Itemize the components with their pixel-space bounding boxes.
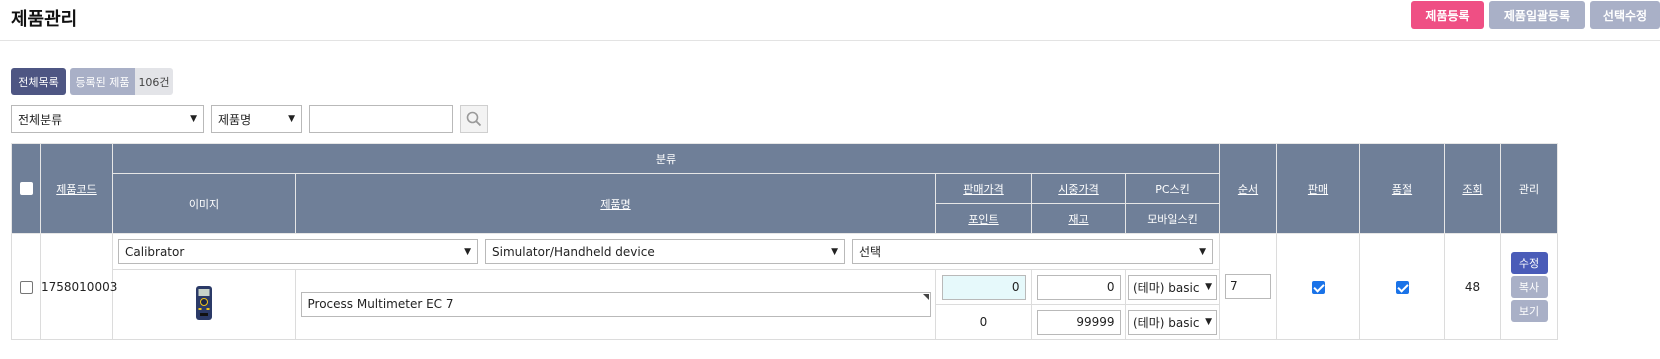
search-icon [466, 111, 482, 127]
chevron-down-icon: ▼ [831, 246, 838, 257]
page-title: 제품관리 [11, 9, 78, 30]
col-sale-price[interactable]: 판매가격 [935, 173, 1032, 204]
stock-input[interactable]: 99999 [1036, 309, 1121, 335]
category-filter-value: 전체분류 [18, 112, 63, 127]
col-manage: 관리 [1500, 143, 1558, 234]
stock-cell: 99999 [1031, 304, 1126, 340]
sale-price-input[interactable]: 0 [941, 274, 1026, 300]
soldout-checkbox[interactable] [1395, 280, 1409, 294]
col-code[interactable]: 제품코드 [40, 143, 113, 234]
edit-button[interactable]: 수정 [1510, 251, 1548, 274]
chevron-down-icon: ▼ [464, 246, 471, 257]
sale-checkbox[interactable] [1311, 280, 1325, 294]
col-name[interactable]: 제품명 [295, 173, 936, 234]
col-sale[interactable]: 판매 [1276, 143, 1360, 234]
search-field-value: 제품명 [218, 112, 252, 127]
chevron-down-icon: ▼ [1205, 282, 1212, 292]
col-soldout[interactable]: 품절 [1359, 143, 1445, 234]
chevron-down-icon: ▼ [1205, 317, 1212, 327]
category3-value: 선택 [859, 245, 882, 259]
image-cell [112, 269, 296, 340]
col-point[interactable]: 포인트 [935, 203, 1032, 234]
pc-skin-select[interactable]: (테마) basic ▼ [1128, 274, 1217, 300]
col-pc-skin: PC스킨 [1125, 173, 1220, 204]
name-cell: Process Multimeter EC 7 [295, 269, 936, 340]
col-mobile-skin: 모바일스킨 [1125, 203, 1220, 234]
product-table: 제품코드 분류 순서 판매 품절 조회 관리 이미지 제품명 판매가격 시중가격… [11, 143, 1558, 340]
sale-price-cell: 0 [935, 269, 1032, 305]
views-count: 48 [1444, 233, 1501, 340]
row-checkbox[interactable] [19, 280, 33, 294]
point-value: 0 [935, 304, 1032, 340]
category2-select[interactable]: Simulator/Handheld device ▼ [485, 239, 845, 264]
row-select-cell [11, 233, 41, 340]
market-price-input[interactable]: 0 [1036, 274, 1121, 300]
category1-select[interactable]: Calibrator ▼ [118, 239, 478, 264]
order-cell: 7 [1219, 233, 1277, 340]
manage-cell: 수정 복사 보기 [1500, 233, 1558, 340]
copy-button[interactable]: 복사 [1510, 275, 1548, 298]
sale-cell [1276, 233, 1360, 340]
product-count-badge: 106건 [135, 68, 173, 95]
market-price-cell: 0 [1031, 269, 1126, 305]
col-stock[interactable]: 재고 [1031, 203, 1126, 234]
soldout-cell [1359, 233, 1445, 340]
multimeter-image [196, 286, 212, 320]
category3-select[interactable]: 선택 ▼ [852, 239, 1213, 264]
col-market-price[interactable]: 시중가격 [1031, 173, 1126, 204]
category-filter-select[interactable]: 전체분류 ▼ [11, 105, 204, 133]
category-cell: Calibrator ▼ Simulator/Handheld device ▼… [112, 233, 1220, 270]
table-row: 1758010003 Calibrator ▼ Simulator/Handhe… [11, 233, 1558, 340]
tab-all-list[interactable]: 전체목록 [11, 68, 66, 95]
page-header: 제품관리 제품등록 제품일괄등록 선택수정 [0, 0, 1660, 41]
mobile-skin-cell: (테마) basic ▼ [1125, 304, 1220, 340]
col-image: 이미지 [112, 173, 296, 234]
register-product-button[interactable]: 제품등록 [1411, 1, 1484, 29]
mobile-skin-value: (테마) basic [1133, 315, 1200, 330]
product-name-input[interactable]: Process Multimeter EC 7 [300, 292, 931, 317]
bulk-register-button[interactable]: 제품일괄등록 [1489, 1, 1585, 29]
search-input[interactable] [309, 105, 453, 133]
pc-skin-value: (테마) basic [1133, 280, 1200, 295]
bulk-edit-button[interactable]: 선택수정 [1590, 1, 1660, 29]
search-bar: 전체분류 ▼ 제품명 ▼ [11, 105, 488, 133]
order-input[interactable]: 7 [1225, 274, 1271, 299]
pc-skin-cell: (테마) basic ▼ [1125, 269, 1220, 305]
select-all-checkbox[interactable] [19, 182, 33, 196]
resize-corner-icon [922, 294, 929, 300]
col-order[interactable]: 순서 [1219, 143, 1277, 234]
chevron-down-icon: ▼ [190, 114, 197, 124]
category2-value: Simulator/Handheld device [492, 244, 655, 259]
search-field-select[interactable]: 제품명 ▼ [211, 105, 302, 133]
tab-registered[interactable]: 등록된 제품 [70, 68, 135, 95]
chevron-down-icon: ▼ [1199, 246, 1206, 257]
list-tabs: 전체목록 등록된 제품 106건 [11, 68, 173, 95]
product-name-value: Process Multimeter EC 7 [307, 297, 454, 311]
select-all-cell [11, 143, 41, 234]
chevron-down-icon: ▼ [288, 114, 295, 124]
category1-value: Calibrator [125, 244, 185, 259]
col-category: 분류 [112, 143, 1220, 174]
col-views[interactable]: 조회 [1444, 143, 1501, 234]
view-button[interactable]: 보기 [1510, 299, 1548, 322]
mobile-skin-select[interactable]: (테마) basic ▼ [1128, 309, 1217, 335]
product-code: 1758010003 [40, 233, 117, 340]
header-actions: 제품등록 제품일괄등록 선택수정 [1411, 1, 1660, 29]
search-button[interactable] [460, 105, 488, 133]
